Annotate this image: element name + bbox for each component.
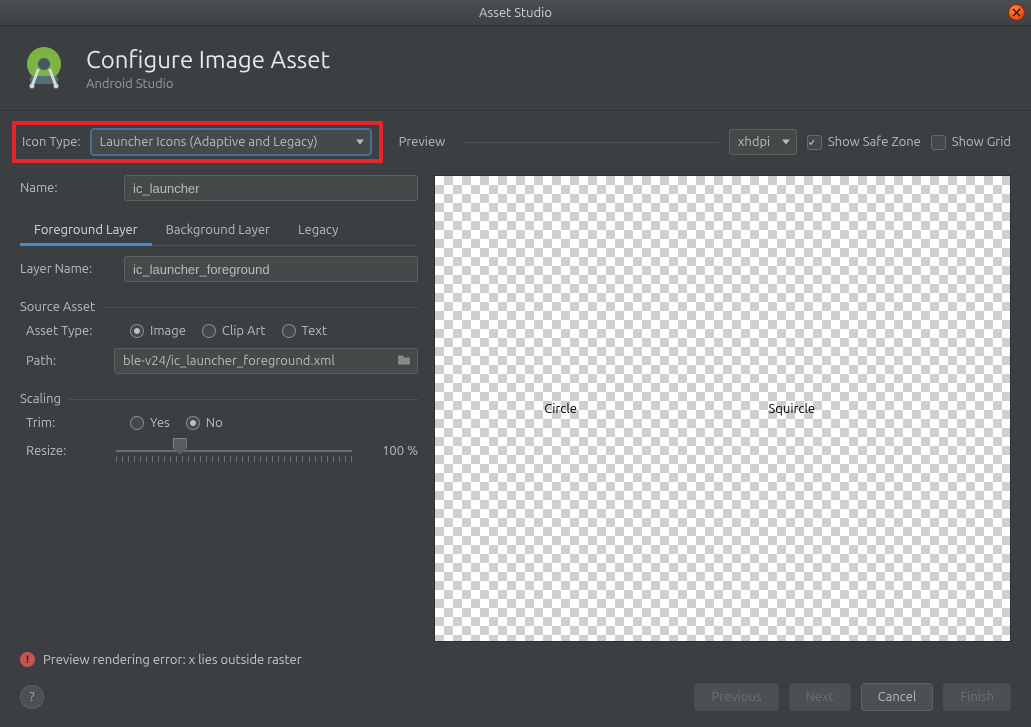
trim-yes-radio[interactable]: Yes bbox=[130, 416, 170, 430]
dialog-title: Configure Image Asset bbox=[86, 46, 330, 73]
trim-no-label: No bbox=[206, 416, 223, 430]
trim-radio-group: Yes No bbox=[130, 416, 223, 430]
checkbox-icon bbox=[931, 135, 946, 150]
show-grid-checkbox[interactable]: Show Grid bbox=[931, 135, 1011, 150]
close-icon bbox=[1012, 8, 1021, 17]
error-icon: ! bbox=[20, 652, 35, 667]
error-text: Preview rendering error: x lies outside … bbox=[43, 653, 302, 667]
window-title: Asset Studio bbox=[479, 6, 552, 20]
chevron-down-icon bbox=[782, 140, 790, 145]
path-value: ble-v24/ic_launcher_foreground.xml bbox=[123, 354, 335, 368]
trim-label: Trim: bbox=[26, 416, 120, 430]
preview-density-value: xhdpi bbox=[738, 135, 770, 149]
trim-yes-label: Yes bbox=[150, 416, 170, 430]
radio-icon bbox=[282, 324, 296, 338]
tab-background-layer[interactable]: Background Layer bbox=[152, 215, 284, 245]
resize-value: 100 % bbox=[364, 444, 418, 458]
previous-button[interactable]: Previous bbox=[694, 683, 778, 711]
asset-type-clipart-label: Clip Art bbox=[222, 324, 266, 338]
path-label: Path: bbox=[26, 354, 104, 368]
help-button[interactable]: ? bbox=[20, 685, 44, 709]
show-safe-zone-checkbox[interactable]: Show Safe Zone bbox=[807, 135, 921, 150]
icon-type-highlight: Icon Type: Launcher Icons (Adaptive and … bbox=[12, 121, 383, 163]
asset-type-text-radio[interactable]: Text bbox=[282, 324, 327, 338]
preview-divider bbox=[463, 142, 719, 143]
layer-tabs: Foreground Layer Background Layer Legacy bbox=[20, 215, 418, 246]
top-controls-row: Icon Type: Launcher Icons (Adaptive and … bbox=[0, 111, 1031, 173]
preview-canvas: Circle Squircle bbox=[434, 175, 1011, 642]
cancel-button[interactable]: Cancel bbox=[861, 683, 934, 711]
tab-foreground-layer[interactable]: Foreground Layer bbox=[20, 215, 152, 245]
preview-shape-circle-label: Circle bbox=[544, 402, 577, 416]
radio-icon bbox=[130, 416, 144, 430]
asset-type-label: Asset Type: bbox=[26, 324, 120, 338]
asset-type-image-radio[interactable]: Image bbox=[130, 324, 186, 338]
layer-name-input[interactable] bbox=[124, 256, 418, 282]
finish-button[interactable]: Finish bbox=[943, 683, 1011, 711]
asset-type-text-label: Text bbox=[302, 324, 327, 338]
icon-type-value: Launcher Icons (Adaptive and Legacy) bbox=[100, 135, 318, 149]
android-studio-logo-icon bbox=[20, 44, 68, 92]
chevron-down-icon bbox=[356, 140, 364, 145]
settings-pane: Name: Foreground Layer Background Layer … bbox=[20, 173, 418, 642]
scaling-title: Scaling bbox=[20, 392, 61, 406]
preview-shape-squircle-label: Squircle bbox=[769, 402, 816, 416]
radio-icon bbox=[202, 324, 216, 338]
button-bar: ? Previous Next Cancel Finish bbox=[0, 683, 1031, 727]
dialog-header: Configure Image Asset Android Studio bbox=[0, 26, 1031, 111]
show-safe-zone-label: Show Safe Zone bbox=[828, 135, 921, 149]
icon-type-label: Icon Type: bbox=[22, 135, 81, 149]
next-button[interactable]: Next bbox=[789, 683, 851, 711]
resize-label: Resize: bbox=[26, 444, 104, 458]
preview-density-dropdown[interactable]: xhdpi bbox=[729, 129, 797, 155]
name-label: Name: bbox=[20, 181, 114, 195]
asset-type-image-label: Image bbox=[150, 324, 186, 338]
browse-folder-icon[interactable] bbox=[397, 354, 411, 369]
error-row: ! Preview rendering error: x lies outsid… bbox=[0, 642, 1031, 683]
window-close-button[interactable] bbox=[1008, 4, 1025, 21]
show-grid-label: Show Grid bbox=[952, 135, 1011, 149]
dialog-subtitle: Android Studio bbox=[86, 77, 330, 91]
resize-slider[interactable] bbox=[116, 440, 352, 462]
preview-section-label: Preview bbox=[399, 135, 446, 149]
source-asset-section: Source Asset bbox=[20, 300, 418, 314]
checkbox-icon bbox=[807, 135, 822, 150]
main-area: Name: Foreground Layer Background Layer … bbox=[0, 173, 1031, 642]
icon-type-dropdown[interactable]: Launcher Icons (Adaptive and Legacy) bbox=[91, 129, 371, 155]
titlebar: Asset Studio bbox=[0, 0, 1031, 26]
radio-icon bbox=[130, 324, 144, 338]
source-asset-title: Source Asset bbox=[20, 300, 95, 314]
preview-pane: Circle Squircle bbox=[434, 173, 1011, 642]
layer-name-label: Layer Name: bbox=[20, 262, 114, 276]
scaling-section: Scaling bbox=[20, 392, 418, 406]
name-input[interactable] bbox=[124, 175, 418, 201]
tab-legacy[interactable]: Legacy bbox=[284, 215, 352, 245]
trim-no-radio[interactable]: No bbox=[186, 416, 223, 430]
asset-type-clipart-radio[interactable]: Clip Art bbox=[202, 324, 266, 338]
asset-type-radio-group: Image Clip Art Text bbox=[130, 324, 327, 338]
radio-icon bbox=[186, 416, 200, 430]
path-input[interactable]: ble-v24/ic_launcher_foreground.xml bbox=[114, 348, 418, 374]
